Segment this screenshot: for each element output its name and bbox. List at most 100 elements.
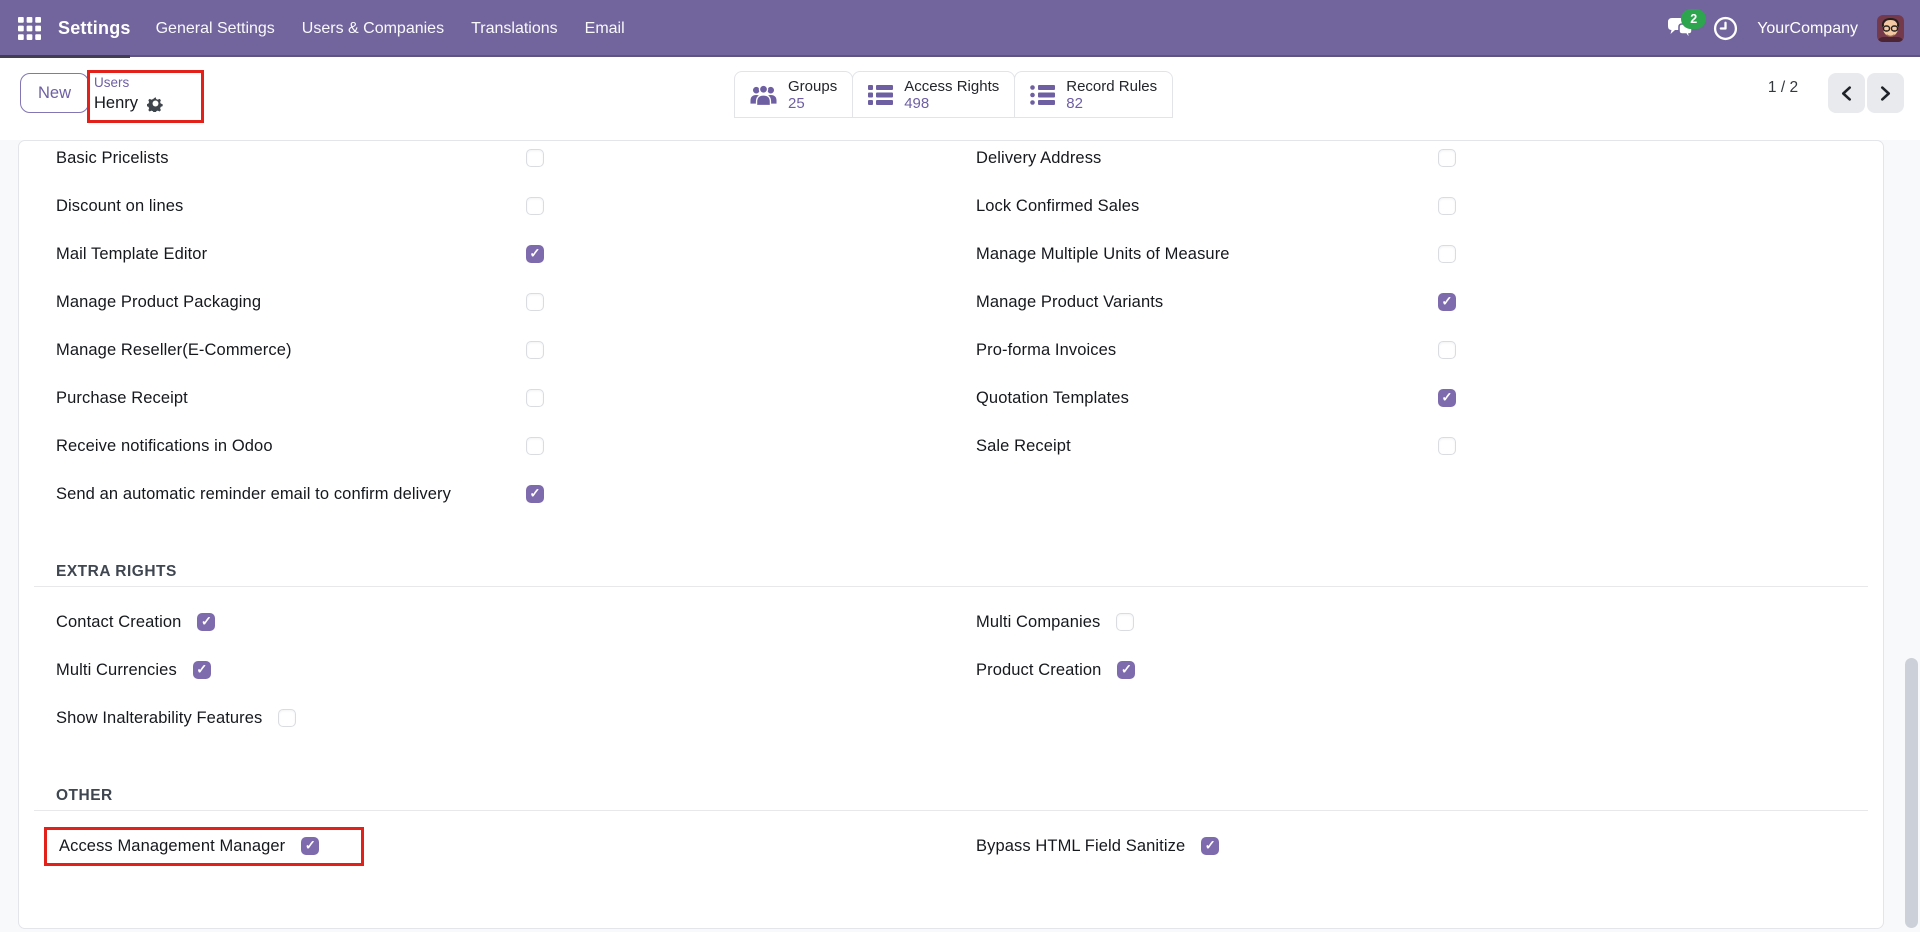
checkbox-row: Multi Currencies xyxy=(19,646,961,694)
checkbox-row: Multi Companies xyxy=(961,598,1883,646)
checkbox-row: Bypass HTML Field Sanitize xyxy=(961,822,1883,870)
checkbox-label: Bypass HTML Field Sanitize xyxy=(976,837,1185,856)
checkbox[interactable] xyxy=(1438,437,1456,455)
checkbox-row: Delivery Address xyxy=(961,134,1883,182)
stat-button-group: Groups 25 Access Rights 498 Record Rul xyxy=(735,71,1173,118)
chevron-left-icon xyxy=(1840,86,1853,101)
checkbox-row: Lock Confirmed Sales xyxy=(961,182,1883,230)
control-panel: New Users Henry Groups 25 xyxy=(0,57,1920,140)
app-menu-underline xyxy=(0,55,130,58)
checkbox-row: Manage Product Variants xyxy=(961,278,1883,326)
top-navbar: Settings General Settings Users & Compan… xyxy=(0,0,1920,57)
gear-icon[interactable] xyxy=(147,95,164,112)
message-count-badge: 2 xyxy=(1681,9,1706,29)
checkbox[interactable] xyxy=(526,389,544,407)
activity-clock-button[interactable] xyxy=(1713,16,1738,41)
stat-button-access-rights[interactable]: Access Rights 498 xyxy=(852,71,1015,118)
checkbox[interactable] xyxy=(526,341,544,359)
breadcrumb: Users Henry xyxy=(94,74,164,114)
company-name[interactable]: YourCompany xyxy=(1757,20,1858,38)
section-title-extra-rights: EXTRA RIGHTS xyxy=(56,563,1883,581)
checkbox[interactable] xyxy=(197,613,215,631)
checkbox[interactable] xyxy=(1438,149,1456,167)
section-divider xyxy=(34,810,1868,811)
checkbox-row: Manage Product Packaging xyxy=(19,278,961,326)
stat-value: 498 xyxy=(904,95,999,112)
app-title[interactable]: Settings xyxy=(58,18,131,39)
form-sheet: Basic Pricelists Discount on lines Mail Te… xyxy=(18,140,1884,929)
checkbox-row: Purchase Receipt xyxy=(19,374,961,422)
highlight-box: Access Management Manager xyxy=(44,827,364,866)
checkbox[interactable] xyxy=(526,149,544,167)
clock-icon xyxy=(1713,16,1738,41)
checkbox[interactable] xyxy=(1117,661,1135,679)
checkbox[interactable] xyxy=(193,661,211,679)
apps-grid-icon[interactable] xyxy=(16,16,42,42)
stat-button-record-rules[interactable]: Record Rules 82 xyxy=(1014,71,1173,118)
pager-previous-button[interactable] xyxy=(1828,73,1865,113)
menu-email[interactable]: Email xyxy=(585,20,625,38)
menu-translations[interactable]: Translations xyxy=(471,20,558,38)
checkbox-label: Manage Product Variants xyxy=(976,293,1438,312)
checkbox[interactable] xyxy=(526,245,544,263)
breadcrumb-parent-link[interactable]: Users xyxy=(94,74,164,91)
checkbox-label: Purchase Receipt xyxy=(56,389,526,408)
checkbox[interactable] xyxy=(1116,613,1134,631)
section-title-other: OTHER xyxy=(56,787,1883,805)
checkbox[interactable] xyxy=(1438,293,1456,311)
stat-value: 82 xyxy=(1066,95,1157,112)
checkbox-row: Product Creation xyxy=(961,646,1883,694)
checkbox[interactable] xyxy=(1201,837,1219,855)
checkbox[interactable] xyxy=(1438,341,1456,359)
checkbox-row: Receive notifications in Odoo xyxy=(19,422,961,470)
checkbox-row: Pro-forma Invoices xyxy=(961,326,1883,374)
checkbox-label: Basic Pricelists xyxy=(56,149,526,168)
checkbox-row: Access Management Manager xyxy=(19,822,961,870)
checkbox-label: Manage Reseller(E-Commerce) xyxy=(56,341,526,360)
checkbox[interactable] xyxy=(526,197,544,215)
checkbox-label: Manage Product Packaging xyxy=(56,293,526,312)
checkbox-label: Delivery Address xyxy=(976,149,1438,168)
new-button[interactable]: New xyxy=(20,73,89,113)
checkbox[interactable] xyxy=(1438,245,1456,263)
users-icon xyxy=(750,84,777,106)
checkbox[interactable] xyxy=(526,485,544,503)
breadcrumb-current: Henry xyxy=(94,93,138,114)
list-icon xyxy=(868,84,893,106)
pager-count: 1 / 2 xyxy=(1760,79,1806,97)
checkbox-label: Mail Template Editor xyxy=(56,245,526,264)
section-divider xyxy=(34,586,1868,587)
stat-label: Record Rules xyxy=(1066,78,1157,95)
checkbox-label: Pro-forma Invoices xyxy=(976,341,1438,360)
checkbox-row: Sale Receipt xyxy=(961,422,1883,470)
checkbox-label: Discount on lines xyxy=(56,197,526,216)
checkbox-label: Access Management Manager xyxy=(59,837,285,856)
navbar-divider xyxy=(0,55,1920,57)
checkbox-label: Product Creation xyxy=(976,661,1101,680)
menu-general-settings[interactable]: General Settings xyxy=(156,20,275,38)
checkbox-label: Send an automatic reminder email to conf… xyxy=(56,485,526,504)
checkbox-label: Quotation Templates xyxy=(976,389,1438,408)
pager-next-button[interactable] xyxy=(1867,73,1904,113)
messages-button[interactable]: 2 xyxy=(1666,16,1694,42)
menu-users-companies[interactable]: Users & Companies xyxy=(302,20,444,38)
checkbox-row: Mail Template Editor xyxy=(19,230,961,278)
checkbox[interactable] xyxy=(1438,197,1456,215)
checkbox-row: Show Inalterability Features xyxy=(19,694,961,742)
checkbox[interactable] xyxy=(526,293,544,311)
checkbox[interactable] xyxy=(301,837,319,855)
checkbox[interactable] xyxy=(526,437,544,455)
user-avatar[interactable] xyxy=(1877,15,1904,42)
list-dots-icon xyxy=(1030,84,1055,106)
main-menu: General Settings Users & Companies Trans… xyxy=(156,20,625,38)
checkbox-label: Contact Creation xyxy=(56,613,181,632)
access-rights-section: Basic Pricelists Discount on lines Mail Te… xyxy=(19,134,1883,518)
checkbox[interactable] xyxy=(1438,389,1456,407)
checkbox-row: Contact Creation xyxy=(19,598,961,646)
checkbox[interactable] xyxy=(278,709,296,727)
stat-button-groups[interactable]: Groups 25 xyxy=(734,71,853,118)
checkbox-label: Show Inalterability Features xyxy=(56,709,262,728)
checkbox-row: Quotation Templates xyxy=(961,374,1883,422)
vertical-scrollbar-thumb[interactable] xyxy=(1905,658,1918,928)
other-section: Access Management Manager Bypass HTML Fi… xyxy=(19,822,1883,870)
